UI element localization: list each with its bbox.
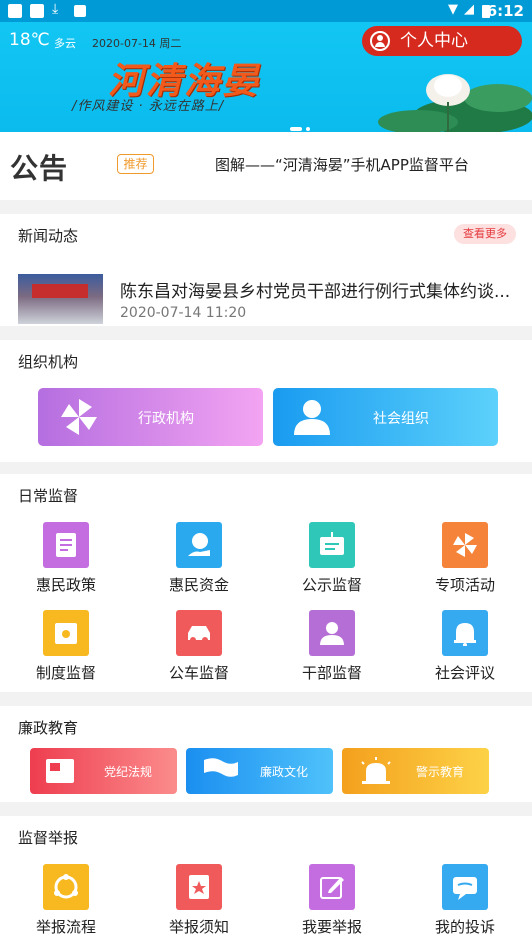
section-title: 新闻动态 [18, 227, 79, 245]
social-org-button[interactable]: 社会组织 [273, 388, 498, 446]
daily-item[interactable]: 专项活动 [399, 522, 531, 604]
date: 2020-07-14 周二 [92, 37, 182, 50]
daily-item[interactable]: 惠民政策 [0, 522, 132, 604]
section-title: 廉政教育 [18, 719, 79, 737]
daily-label: 专项活动 [434, 576, 495, 594]
announcement-text[interactable]: 图解——“河清海晏”手机APP监督平台 [215, 154, 469, 175]
admin-org-button[interactable]: 行政机构 [38, 388, 263, 446]
section-title: 日常监督 [18, 487, 79, 505]
chat-icon [442, 864, 488, 910]
report-item[interactable]: 我要举报 [266, 864, 398, 946]
pen-icon [309, 864, 355, 910]
org-section: 组织机构 行政机构 社会组织 [0, 340, 532, 462]
bell-icon [442, 610, 488, 656]
flag-icon [204, 758, 238, 783]
section-title: 组织机构 [18, 353, 79, 371]
pinwheel-icon [61, 399, 97, 435]
party-book-icon [46, 759, 74, 783]
report-label: 举报须知 [168, 918, 229, 936]
notification-icon [8, 4, 22, 18]
report-label: 我的投诉 [434, 918, 495, 936]
daily-item[interactable]: 干部监督 [266, 610, 398, 692]
warning-education-button[interactable]: 警示教育 [342, 748, 489, 794]
daily-label: 惠民政策 [35, 576, 96, 594]
notification-icon [30, 4, 44, 18]
daily-item[interactable]: 公车监督 [133, 610, 265, 692]
carousel-dot[interactable] [306, 127, 310, 131]
daily-label: 社会评议 [434, 664, 495, 682]
daily-label: 公车监督 [168, 664, 229, 682]
flow-icon [43, 864, 89, 910]
report-label: 我要举报 [301, 918, 362, 936]
report-item[interactable]: 我的投诉 [399, 864, 531, 946]
car-icon [176, 610, 222, 656]
party-rules-button[interactable]: 党纪法规 [30, 748, 177, 794]
temperature: 18℃ [9, 30, 50, 50]
edu-label: 警示教育 [416, 765, 465, 779]
daily-item[interactable]: 社会评议 [399, 610, 531, 692]
alarm-light-icon [361, 757, 391, 784]
wifi-icon: ▼ [448, 2, 458, 17]
recommend-badge: 推荐 [117, 154, 154, 174]
announcement-bar[interactable]: 公告 推荐 图解——“河清海晏”手机APP监督平台 [0, 132, 532, 200]
clock: 6:12 [486, 2, 524, 20]
lotus-illustration [378, 74, 532, 132]
daily-section: 日常监督 惠民政策 惠民资金 公示监督 专项活动制度监督 公车监督 干部监督 社会评议 [0, 474, 532, 692]
section-title: 监督举报 [18, 829, 79, 847]
org-label: 社会组织 [373, 411, 429, 427]
header-banner: 18℃ 多云 2020-07-14 周二 河清海晏 /作风建设 · 永远在路上/… [0, 22, 532, 132]
carousel-dots[interactable] [290, 116, 314, 132]
folder-icon [43, 610, 89, 656]
daily-item[interactable]: 惠民资金 [133, 522, 265, 604]
news-time: 2020-07-14 11:20 [120, 305, 247, 321]
daily-item[interactable]: 公示监督 [266, 522, 398, 604]
edu-label: 廉政文化 [260, 765, 309, 779]
slogan: /作风建设 · 永远在路上/ [72, 99, 225, 114]
daily-label: 制度监督 [35, 664, 96, 682]
daily-label: 惠民资金 [168, 576, 229, 594]
news-section: 新闻动态 查看更多 陈东昌对海晏县乡村党员干部进行例行式集体约谈... 2020… [0, 214, 532, 326]
status-bar: ⤓ ▼ ◢ 6:12 [0, 0, 532, 22]
download-icon: ⤓ [52, 1, 59, 17]
view-more-button[interactable]: 查看更多 [454, 224, 516, 244]
edu-label: 党纪法规 [104, 765, 153, 779]
person-icon [309, 610, 355, 656]
news-thumbnail[interactable] [18, 274, 103, 324]
personal-center-label: 个人中心 [400, 31, 468, 51]
star-doc-icon [176, 864, 222, 910]
report-label: 举报流程 [35, 918, 96, 936]
daily-item[interactable]: 制度监督 [0, 610, 132, 692]
report-item[interactable]: 举报须知 [133, 864, 265, 946]
personal-center-button[interactable]: 个人中心 [362, 26, 522, 56]
daily-label: 干部监督 [301, 664, 362, 682]
document-icon [43, 522, 89, 568]
app-icon [74, 5, 86, 17]
yuan-hand-icon [176, 522, 222, 568]
carousel-dot-active[interactable] [290, 127, 302, 131]
news-headline[interactable]: 陈东昌对海晏县乡村党员干部进行例行式集体约谈... [120, 277, 525, 302]
weather: 多云 [54, 37, 76, 50]
org-label: 行政机构 [138, 411, 194, 427]
integrity-culture-button[interactable]: 廉政文化 [186, 748, 333, 794]
announcement-label: 公告 [10, 152, 69, 185]
notice-board-icon [309, 522, 355, 568]
edu-section: 廉政教育 党纪法规 廉政文化 警示教育 [0, 706, 532, 802]
pinwheel-icon [442, 522, 488, 568]
report-section: 监督举报 举报流程 举报须知 我要举报 我的投诉 [0, 816, 532, 946]
person-icon [294, 400, 330, 435]
signal-icon: ◢ [464, 2, 474, 17]
user-circle-icon [370, 31, 390, 51]
daily-label: 公示监督 [301, 576, 362, 594]
report-item[interactable]: 举报流程 [0, 864, 132, 946]
